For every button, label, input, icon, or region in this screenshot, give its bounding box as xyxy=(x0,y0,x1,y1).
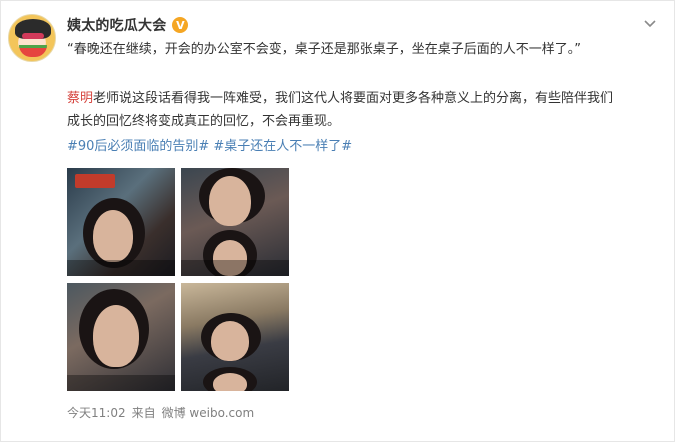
author-row: 姨太的吃瓜大会 V xyxy=(67,15,189,35)
hashtag-link[interactable]: #90后必须面临的告别# xyxy=(67,139,209,154)
post-image-4[interactable] xyxy=(181,283,289,391)
post-body-line-1: 老师说这段话看得我一阵难受，我们这代人将要面对更多各种意义上的分离，有些陪伴我们 xyxy=(93,91,614,106)
post-time[interactable]: 今天11:02 xyxy=(67,404,126,421)
hashtag-row: #90后必须面临的告别# #桌子还在人不一样了# xyxy=(67,135,356,158)
post-meta: 今天11:02 来自 微博 weibo.com xyxy=(67,404,254,421)
post-body-line-2: 成长的回忆终将变成真正的回忆，不会再重现。 xyxy=(67,114,341,129)
hashtag-link[interactable]: #桌子还在人不一样了# xyxy=(213,139,352,154)
source-link[interactable]: 微博 weibo.com xyxy=(162,404,255,421)
chevron-down-icon[interactable] xyxy=(642,15,658,31)
post-image-3[interactable] xyxy=(67,283,175,391)
verified-badge-icon: V xyxy=(172,17,189,33)
weibo-post-card: 姨太的吃瓜大会 V “春晚还在继续，开会的办公室不会变，桌子还是那张桌子，坐在桌… xyxy=(0,0,675,442)
post-image-2[interactable] xyxy=(181,168,289,276)
mention-link[interactable]: 蔡明 xyxy=(67,91,93,106)
post-image-1[interactable] xyxy=(67,168,175,276)
source-prefix: 来自 xyxy=(131,406,156,420)
post-body: 蔡明老师说这段话看得我一阵难受，我们这代人将要面对更多各种意义上的分离，有些陪伴… xyxy=(67,87,667,133)
author-avatar[interactable] xyxy=(8,14,56,62)
author-name[interactable]: 姨太的吃瓜大会 xyxy=(67,15,166,35)
post-quote: “春晚还在继续，开会的办公室不会变，桌子还是那张桌子，坐在桌子后面的人不一样了。… xyxy=(67,42,581,57)
